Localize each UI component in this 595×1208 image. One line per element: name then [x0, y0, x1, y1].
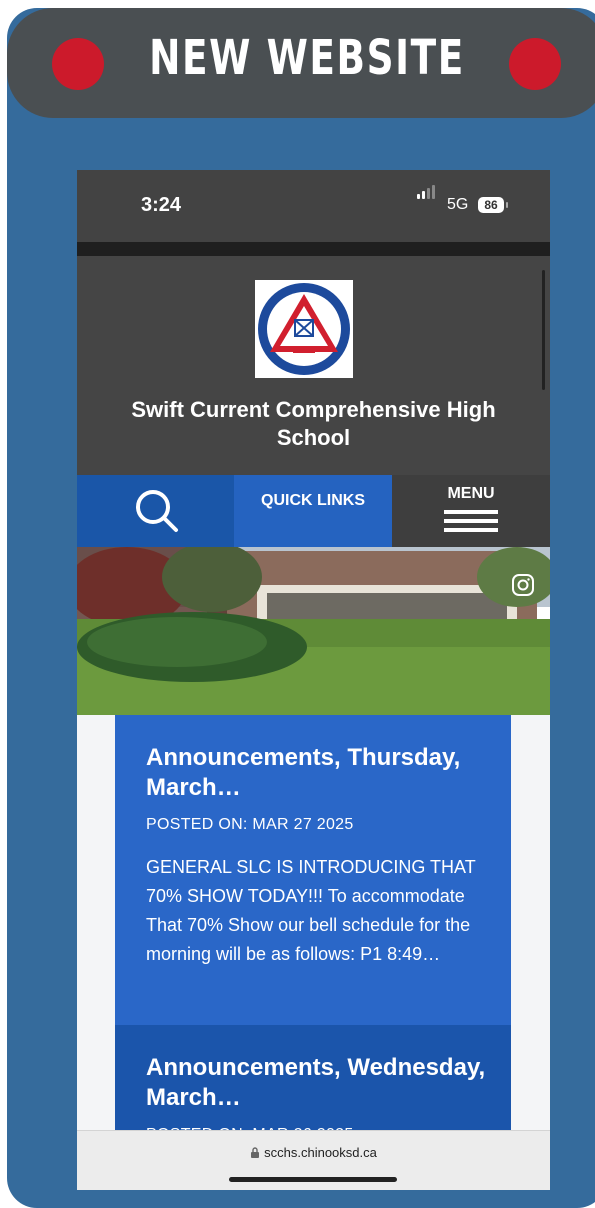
menu-button[interactable]: MENU	[392, 475, 550, 547]
scrollbar[interactable]	[542, 270, 545, 390]
school-name[interactable]: Swift Current Comprehensive High School	[97, 396, 530, 452]
url-text: scchs.chinooksd.ca	[264, 1145, 377, 1160]
quick-links-button[interactable]: QUICK LINKS	[234, 475, 392, 547]
posts-area: Announcements, Thursday, March… POSTED O…	[77, 715, 550, 1190]
banner-title: NEW WEBSITE	[149, 30, 465, 86]
nav-bar: QUICK LINKS MENU	[77, 475, 550, 547]
search-button[interactable]	[77, 475, 234, 547]
home-indicator[interactable]	[229, 1177, 397, 1182]
hero-image	[77, 547, 550, 715]
status-bar: 3:24 5G 86	[77, 170, 550, 242]
school-crest-logo[interactable]	[255, 280, 353, 378]
top-strip	[77, 242, 550, 256]
post-title[interactable]: Announcements, Thursday, March…	[146, 743, 496, 803]
menu-label: MENU	[447, 485, 495, 502]
browser-url-bar[interactable]: scchs.chinooksd.ca	[77, 1130, 550, 1190]
post-date: POSTED ON: MAR 27 2025	[146, 816, 354, 833]
battery-icon: 86	[478, 197, 504, 213]
battery-tip	[506, 202, 508, 208]
instagram-icon[interactable]	[511, 573, 535, 597]
site-header: Swift Current Comprehensive High School	[77, 256, 550, 475]
post-card[interactable]: Announcements, Thursday, March… POSTED O…	[115, 715, 511, 1025]
network-label: 5G	[447, 196, 469, 213]
lock-icon	[251, 1147, 260, 1158]
banner: NEW WEBSITE	[7, 8, 595, 118]
red-dot-right	[509, 38, 561, 90]
search-icon	[136, 490, 178, 532]
url-display[interactable]: scchs.chinooksd.ca	[77, 1145, 550, 1160]
quick-links-label: QUICK LINKS	[261, 492, 365, 509]
phone-screen: 3:24 5G 86 Swift Current Comprehensive H…	[77, 170, 550, 1190]
post-excerpt: GENERAL SLC IS INTRODUCING THAT 70% SHOW…	[146, 857, 476, 964]
status-time: 3:24	[141, 194, 182, 216]
post-title[interactable]: Announcements, Wednesday, March…	[146, 1053, 496, 1113]
